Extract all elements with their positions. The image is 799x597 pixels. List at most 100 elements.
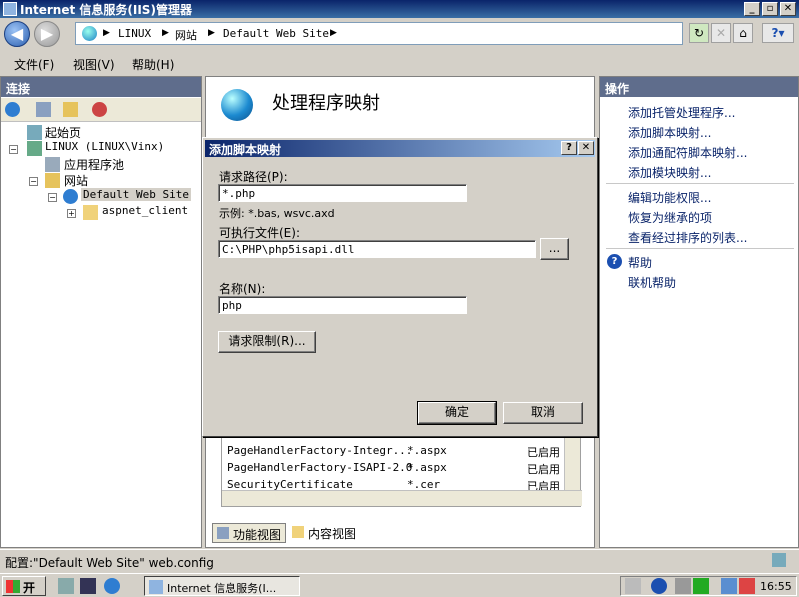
collapse-icon[interactable]: − (29, 177, 38, 186)
tab-content-view[interactable]: 内容视图 (288, 523, 360, 543)
green-status-icon[interactable] (693, 578, 709, 594)
title-bar: Internet 信息服务(IIS)管理器 _ ▫ ✕ (0, 0, 799, 18)
chevron-right-icon: ▶ (162, 28, 169, 38)
request-path-input[interactable]: *.php (218, 184, 467, 202)
stop-icon[interactable]: ✕ (711, 23, 731, 43)
help-icon: ? (607, 254, 622, 269)
iis-app-icon (3, 2, 17, 16)
collapse-icon[interactable]: − (9, 145, 18, 154)
menu-file[interactable]: 文件(F) (14, 56, 54, 73)
maximize-button[interactable]: ▫ (762, 2, 778, 16)
dialog-help-button[interactable]: ? (561, 141, 577, 155)
network-status-icon (772, 553, 786, 567)
tree-item-aspnet-client[interactable]: aspnet_client (102, 204, 188, 217)
help-dropdown-icon[interactable]: ?▾ (762, 23, 794, 43)
menu-view[interactable]: 视图(V) (73, 56, 115, 73)
window-title: Internet 信息服务(IIS)管理器 (20, 3, 192, 17)
menu-bar: 文件(F) 视图(V) 帮助(H) (0, 50, 799, 75)
tab-features-view[interactable]: 功能视图 (212, 523, 287, 543)
action-add-script-map[interactable]: 添加脚本映射... (628, 124, 711, 141)
minimize-button[interactable]: _ (744, 2, 760, 16)
start-label: 开始 (23, 581, 36, 595)
table-row[interactable]: PageHandlerFactory-ISAPI-2.0 *.aspx 已启用 (227, 461, 560, 476)
dialog-close-button[interactable]: ✕ (578, 141, 594, 155)
row-path: *.aspx (407, 461, 447, 474)
website-globe-icon (63, 189, 78, 204)
keyboard-icon[interactable] (625, 578, 641, 594)
action-edit-feature-permissions[interactable]: 编辑功能权限... (628, 189, 711, 206)
action-revert-to-inherited[interactable]: 恢复为继承的项 (628, 209, 712, 226)
row-name: PageHandlerFactory-ISAPI-2.0 (227, 461, 413, 474)
row-state: 已启用 (527, 463, 560, 476)
internet-explorer-icon[interactable] (104, 578, 120, 594)
address-bar[interactable]: ▶ LINUX ▶ 网站 ▶ Default Web Site ▶ (75, 22, 683, 45)
status-bar: 配置:"Default Web Site" web.config (0, 549, 799, 571)
request-path-label: 请求路径(P): (219, 170, 288, 184)
connect-icon[interactable] (5, 102, 20, 117)
action-add-managed-handler[interactable]: 添加托管处理程序... (628, 104, 735, 121)
help-tray-icon[interactable] (651, 578, 667, 594)
request-restrictions-button[interactable]: 请求限制(R)... (218, 331, 316, 353)
ok-button[interactable]: 确定 (417, 401, 497, 425)
up-folder-icon[interactable] (63, 102, 78, 117)
clock: 16:55 (760, 580, 792, 593)
collapse-icon[interactable]: − (48, 193, 57, 202)
disconnect-icon[interactable] (92, 102, 107, 117)
row-path: *.aspx (407, 444, 447, 457)
app-pool-icon (45, 157, 60, 172)
cancel-button[interactable]: 取消 (503, 402, 583, 424)
menu-help[interactable]: 帮助(H) (132, 56, 174, 73)
tray-menu-icon[interactable] (675, 578, 691, 594)
name-input[interactable]: php (218, 296, 467, 314)
show-desktop-icon[interactable] (80, 578, 96, 594)
start-page-icon (27, 125, 42, 140)
server-manager-icon[interactable] (58, 578, 74, 594)
executable-input[interactable]: C:\PHP\php5isapi.dll (218, 240, 536, 258)
vertical-scrollbar[interactable] (564, 438, 580, 490)
action-add-module-map[interactable]: 添加模块映射... (628, 164, 711, 181)
name-label: 名称(N): (219, 282, 266, 296)
connections-panel: 连接 起始页 − LINUX (LINUX\Vinx) 应用程序池 − 网站 −… (0, 76, 202, 548)
volume-muted-icon[interactable] (739, 578, 755, 594)
tree-item-app-pools[interactable]: 应用程序池 (64, 156, 124, 173)
tree-item-default-web-site[interactable]: Default Web Site (81, 188, 191, 201)
actions-header: 操作 (600, 77, 798, 97)
page-title: 处理程序映射 (272, 93, 380, 114)
horizontal-scrollbar[interactable] (222, 490, 582, 506)
handler-mappings-globe-icon (221, 89, 253, 121)
taskbar: 开始 Internet 信息服务(I... 16:55 (0, 573, 799, 597)
taskbar-item-label: Internet 信息服务(I... (167, 582, 277, 595)
start-button[interactable]: 开始 (2, 576, 46, 596)
action-add-wildcard-script-map[interactable]: 添加通配符脚本映射... (628, 144, 747, 161)
divider (606, 248, 794, 249)
back-button[interactable]: ◀ (4, 21, 30, 47)
action-help[interactable]: 帮助 (628, 254, 652, 271)
tree-item-linux[interactable]: LINUX (LINUX\Vinx) (45, 140, 164, 153)
save-icon[interactable] (36, 102, 51, 117)
refresh-icon[interactable]: ↻ (689, 23, 709, 43)
breadcrumb-default-web-site[interactable]: Default Web Site (223, 27, 329, 40)
features-view-icon (217, 527, 229, 539)
dialog-title: 添加脚本映射 (209, 143, 282, 157)
handler-mappings-table: PageHandlerFactory-Integr... *.aspx 已启用 … (221, 437, 582, 507)
action-view-ordered-list[interactable]: 查看经过排序的列表... (628, 229, 747, 246)
close-button[interactable]: ✕ (780, 2, 796, 16)
row-name: PageHandlerFactory-Integr... (227, 444, 413, 457)
forward-button[interactable]: ▶ (34, 21, 60, 47)
row-state: 已启用 (527, 446, 560, 459)
expand-icon[interactable]: + (67, 209, 76, 218)
breadcrumb-linux[interactable]: LINUX (118, 27, 151, 40)
home-icon[interactable]: ⌂ (733, 23, 753, 43)
browse-button[interactable]: ... (540, 238, 569, 260)
taskbar-item-iis[interactable]: Internet 信息服务(I... (144, 576, 300, 596)
executable-label: 可执行文件(E): (219, 226, 300, 240)
tree-item-sites[interactable]: 网站 (64, 172, 88, 189)
tab-features-view-label: 功能视图 (233, 528, 282, 542)
table-row[interactable]: PageHandlerFactory-Integr... *.aspx 已启用 (227, 444, 560, 459)
breadcrumb-sites[interactable]: 网站 (175, 27, 197, 43)
connections-toolbar (1, 98, 201, 122)
action-online-help[interactable]: 联机帮助 (628, 274, 676, 291)
network-icon[interactable] (721, 578, 737, 594)
tree-item-start-page[interactable]: 起始页 (45, 124, 81, 141)
chevron-right-icon: ▶ (208, 28, 215, 38)
